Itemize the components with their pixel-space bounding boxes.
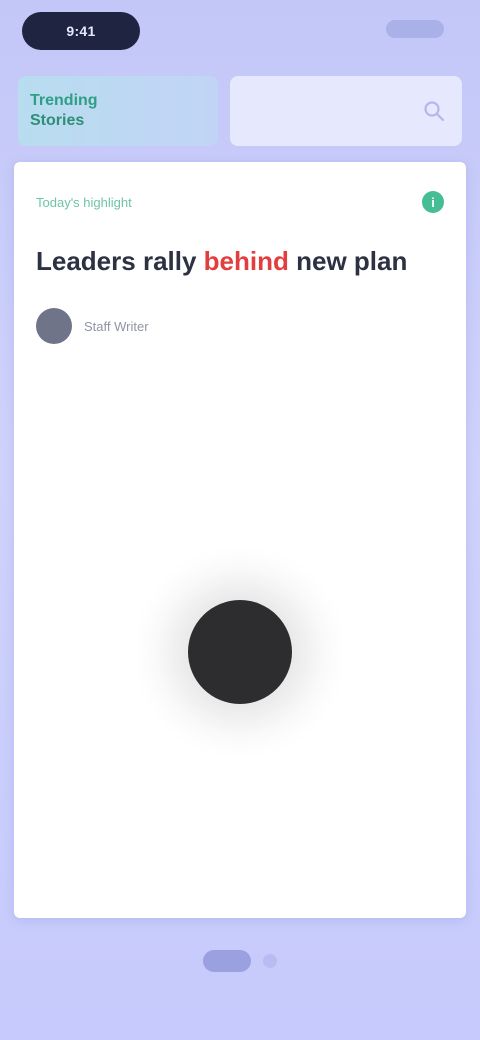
headline-part-1: Leaders rally — [36, 246, 197, 276]
brand-card[interactable]: Trending Stories — [18, 76, 218, 146]
media-circle[interactable] — [188, 600, 292, 704]
pager-active-indicator[interactable] — [203, 950, 251, 972]
author-row[interactable]: Staff Writer — [36, 308, 149, 344]
brand-title-line1: Trending — [30, 92, 98, 109]
headline-part-2: new plan — [296, 246, 408, 276]
status-time: 9:41 — [66, 23, 96, 39]
brand-title-line2: Stories — [30, 112, 85, 129]
pager — [203, 950, 277, 972]
search-icon[interactable] — [422, 99, 446, 123]
story-headline[interactable]: Leaders rally behind new plan — [36, 246, 444, 277]
header: Trending Stories — [18, 76, 462, 146]
status-time-pill: 9:41 — [22, 12, 140, 50]
search-box[interactable] — [230, 76, 462, 146]
avatar — [36, 308, 72, 344]
headline-accent: behind — [203, 246, 289, 276]
pager-dot[interactable] — [263, 954, 277, 968]
card-top: Today's highlight i — [36, 190, 444, 214]
author-name: Staff Writer — [84, 318, 149, 334]
info-icon[interactable]: i — [422, 191, 444, 213]
status-indicators — [386, 20, 444, 38]
story-card[interactable]: Today's highlight i Leaders rally behind… — [14, 162, 466, 918]
section-label: Today's highlight — [36, 194, 132, 210]
